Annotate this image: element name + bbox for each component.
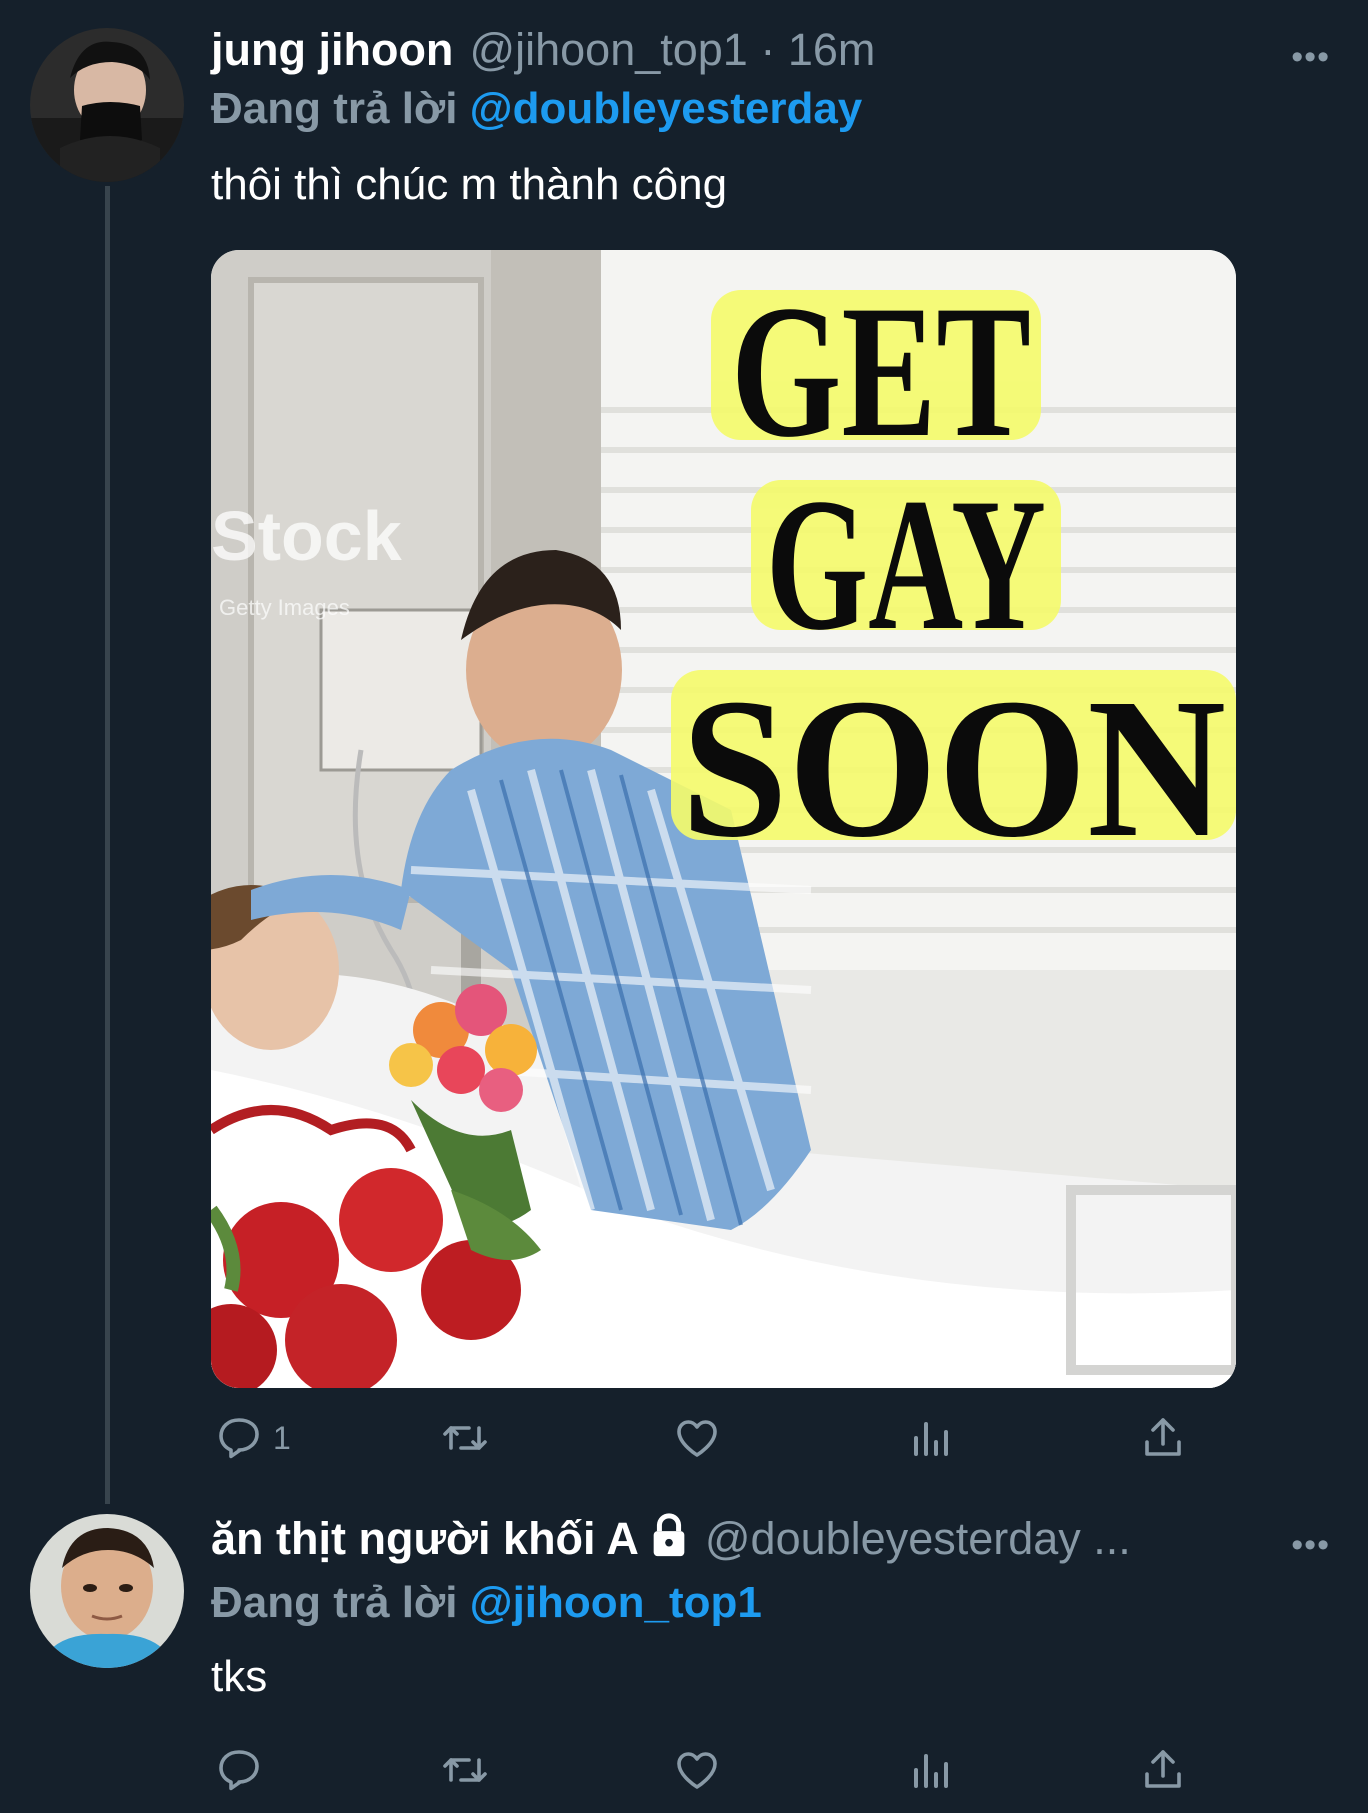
reply-context: Đang trả lời @doubleyesterday (211, 84, 862, 134)
reply-prefix: Đang trả lời (211, 1578, 458, 1627)
watermark-subtext: Getty Images (219, 595, 350, 620)
retweet-button[interactable] (441, 1740, 489, 1800)
tweet-text: tks (211, 1652, 268, 1701)
display-name-text: ăn thịt người khối A (211, 1513, 639, 1564)
tweet-2[interactable]: ăn thịt người khối A @doubleyesterday ..… (0, 1500, 1368, 1813)
reply-button[interactable] (215, 1740, 263, 1800)
avatar[interactable] (30, 1514, 184, 1668)
analytics-icon (914, 1422, 948, 1456)
lock-icon (653, 1513, 685, 1557)
tweet-text: thôi thì chúc m thành công (211, 160, 728, 209)
retweet-icon (443, 1758, 487, 1782)
like-button[interactable] (673, 1740, 721, 1800)
headline-line-3: SOON (681, 658, 1226, 879)
like-button[interactable] (673, 1408, 721, 1468)
more-icon[interactable]: ••• (1291, 38, 1330, 77)
avatar[interactable] (30, 28, 184, 182)
like-icon (677, 1752, 717, 1789)
reply-button[interactable]: 1 (215, 1408, 291, 1468)
tweet-media-image[interactable]: Stock Getty Images GET GAY SOON (211, 250, 1236, 1388)
share-button[interactable] (1139, 1408, 1187, 1468)
tweet-header: jung jihoon @jihoon_top1 · 16m (211, 24, 875, 88)
reply-icon (219, 1750, 259, 1791)
tweet-header: ăn thịt người khối A @doubleyesterday ..… (211, 1512, 1131, 1576)
watermark-text: Stock (211, 497, 402, 575)
reply-context: Đang trả lời @jihoon_top1 (211, 1578, 762, 1628)
reply-mention-link[interactable]: @doubleyesterday (470, 84, 863, 133)
headline-line-2: GAY (766, 460, 1046, 670)
share-icon (1145, 1418, 1181, 1456)
handle-timestamp[interactable]: @doubleyesterday ... (705, 1513, 1131, 1565)
reply-prefix: Đang trả lời (211, 84, 458, 133)
display-name[interactable]: jung jihoon (211, 24, 453, 76)
reply-mention-link[interactable]: @jihoon_top1 (470, 1578, 762, 1627)
retweet-button[interactable] (441, 1408, 489, 1468)
reply-count: 1 (273, 1419, 291, 1456)
tweet-1[interactable]: jung jihoon @jihoon_top1 · 16m ••• Đang … (0, 0, 1368, 1500)
tweet-action-bar (211, 1740, 1211, 1804)
share-icon (1145, 1750, 1181, 1788)
analytics-button[interactable] (906, 1408, 954, 1468)
display-name[interactable]: ăn thịt người khối A (211, 1512, 689, 1565)
reply-icon (219, 1418, 259, 1459)
like-icon (677, 1420, 717, 1457)
more-icon[interactable]: ••• (1291, 1526, 1330, 1565)
handle-timestamp[interactable]: @jihoon_top1 · 16m (469, 24, 875, 76)
headline-line-1: GET (731, 267, 1031, 477)
retweet-icon (443, 1426, 487, 1450)
tweet-action-bar: 1 (211, 1408, 1211, 1472)
analytics-icon (914, 1754, 948, 1788)
analytics-button[interactable] (906, 1740, 954, 1800)
share-button[interactable] (1139, 1740, 1187, 1800)
